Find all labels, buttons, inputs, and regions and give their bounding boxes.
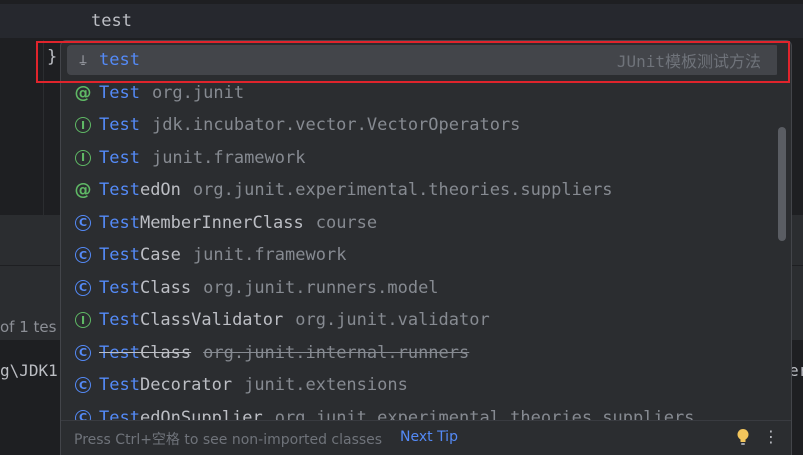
next-tip-link[interactable]: Next Tip <box>400 429 458 445</box>
class-icon: C <box>75 344 91 361</box>
completion-rest-text: ClassValidator <box>139 310 284 330</box>
completion-item-name: TestedOn <box>99 180 181 200</box>
console-path-text: g\JDK1 <box>0 361 58 380</box>
completion-package: junit.framework <box>192 245 347 265</box>
completion-item[interactable]: I Test jdk.incubator.vector.VectorOperator… <box>67 110 777 140</box>
completion-package: org.junit.internal.runners <box>203 342 470 363</box>
completion-match-text: Test <box>99 245 140 265</box>
completion-item-name: TestDecorator <box>99 375 232 395</box>
completion-item[interactable]: C TestClass org.junit.runners.model <box>67 273 777 303</box>
completion-scrollbar[interactable] <box>778 127 786 241</box>
completion-item[interactable]: C TestCase junit.framework <box>67 240 777 270</box>
completion-package: org.junit <box>151 82 245 103</box>
completion-item[interactable]: I TestClassValidator org.junit.validator <box>67 305 777 335</box>
more-options-icon[interactable]: ⋮ <box>763 427 779 446</box>
completion-item[interactable]: @ TestedOn org.junit.experimental.theories… <box>67 175 777 205</box>
completion-match-text: Test <box>99 277 140 298</box>
completion-match-text: Test <box>99 115 140 135</box>
completion-package: org.junit.runners.model <box>203 277 439 298</box>
annotation-icon: @ <box>74 82 92 103</box>
completion-list: ⍊ test JUnit模板测试方法 @ Test org.junit I Test jdk.i… <box>61 43 777 421</box>
editor-area[interactable]: test <box>0 0 803 40</box>
completion-package: junit.framework <box>151 147 306 168</box>
completion-item-name: Test <box>99 115 140 135</box>
class-icon: C <box>75 279 91 296</box>
completion-item-name: TestClass <box>99 343 191 363</box>
completion-match-text: Test <box>99 310 140 330</box>
completion-package: org.junit.experimental.theories.supplier… <box>192 180 613 200</box>
completion-match-text: Test <box>99 147 140 168</box>
completion-item-name: TestClassValidator <box>99 310 283 330</box>
completion-package: course <box>315 212 378 233</box>
completion-match-text: Test <box>99 375 140 395</box>
completion-match-text: Test <box>99 212 140 233</box>
lightbulb-icon[interactable] <box>736 428 750 446</box>
completion-item[interactable]: C TestClass org.junit.internal.runners <box>67 338 777 368</box>
completion-footer: Press Ctrl+空格 to see non-imported classe… <box>61 420 791 455</box>
footer-tip-text: Press Ctrl+空格 to see non-imported classe… <box>74 432 383 448</box>
completion-item-name: TestMemberInnerClass <box>99 213 304 233</box>
class-icon: C <box>75 377 91 393</box>
completion-package: org.junit.experimental.theories.supplier… <box>274 407 695 422</box>
completion-item-name: TestClass <box>99 278 191 298</box>
completion-rest-text: Class <box>139 277 192 298</box>
completion-item[interactable]: C TestedOnSupplier org.junit.experimental.… <box>67 403 777 422</box>
completion-match-text: Test <box>99 342 140 363</box>
completion-rest-text: MemberInnerClass <box>139 212 304 233</box>
completion-rest-text: edOnSupplier <box>139 407 263 422</box>
completion-item-name: TestedOnSupplier <box>99 408 263 422</box>
completion-item[interactable]: C TestMemberInnerClass course <box>67 208 777 238</box>
completion-item-name: TestCase <box>99 245 181 265</box>
interface-icon: I <box>75 117 91 133</box>
completion-package: jdk.incubator.vector.VectorOperators <box>151 115 521 135</box>
completion-rest-text: Class <box>139 342 192 363</box>
class-icon: C <box>75 214 91 231</box>
completion-item-name: Test <box>99 148 140 168</box>
completion-item[interactable]: I Test junit.framework <box>67 143 777 173</box>
completion-match-text: Test <box>99 82 140 103</box>
interface-icon: I <box>75 312 91 328</box>
annotation-icon: @ <box>74 180 92 200</box>
code-completion-popup: ⍊ test JUnit模板测试方法 @ Test org.junit I Test jdk.i… <box>60 40 792 455</box>
class-icon: C <box>75 247 91 263</box>
completion-rest-text: Decorator <box>139 375 233 395</box>
selection-highlight-box <box>36 41 790 83</box>
completion-rest-text: Case <box>139 245 181 265</box>
completion-rest-text: edOn <box>139 180 181 200</box>
completion-item-name: Test <box>99 83 140 103</box>
completion-match-text: Test <box>99 407 140 422</box>
completion-item[interactable]: C TestDecorator junit.extensions <box>67 370 777 400</box>
interface-icon: I <box>75 149 91 166</box>
typed-text: test <box>91 11 132 31</box>
completion-package: junit.extensions <box>244 375 408 395</box>
test-count-text: of 1 tes <box>0 318 57 336</box>
completion-package: org.junit.validator <box>295 310 490 330</box>
completion-match-text: Test <box>99 180 140 200</box>
